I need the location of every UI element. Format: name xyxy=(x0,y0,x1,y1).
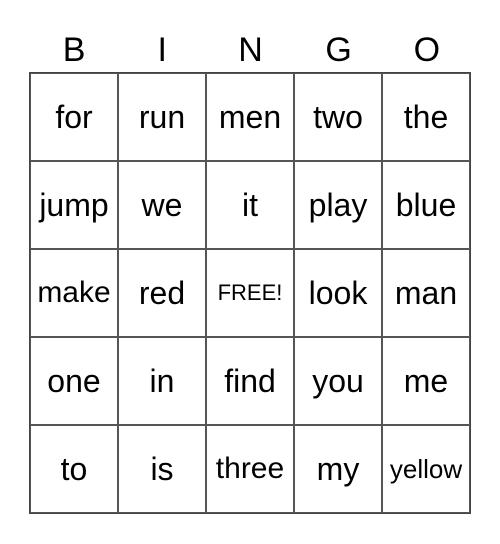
bingo-cell[interactable]: it xyxy=(206,161,294,249)
free-space-cell[interactable]: FREE! xyxy=(206,249,294,337)
bingo-cell[interactable]: you xyxy=(294,337,382,425)
bingo-cell[interactable]: find xyxy=(206,337,294,425)
bingo-cell[interactable]: we xyxy=(118,161,206,249)
bingo-cell[interactable]: one xyxy=(30,337,118,425)
bingo-cell[interactable]: look xyxy=(294,249,382,337)
header-letter-b: B xyxy=(62,31,86,69)
header-letter-i: I xyxy=(157,31,167,69)
header-letter-g: G xyxy=(325,31,352,69)
bingo-cell[interactable]: run xyxy=(118,73,206,161)
bingo-cell[interactable]: me xyxy=(382,337,470,425)
bingo-cell[interactable]: man xyxy=(382,249,470,337)
bingo-cell[interactable]: play xyxy=(294,161,382,249)
bingo-cell[interactable]: jump xyxy=(30,161,118,249)
bingo-cell[interactable]: the xyxy=(382,73,470,161)
bingo-cell[interactable]: two xyxy=(294,73,382,161)
bingo-cell[interactable]: for xyxy=(30,73,118,161)
header-letter-o: O xyxy=(413,31,441,69)
bingo-cell[interactable]: my xyxy=(294,425,382,513)
bingo-cell[interactable]: is xyxy=(118,425,206,513)
bingo-cell[interactable]: men xyxy=(206,73,294,161)
bingo-cell[interactable]: in xyxy=(118,337,206,425)
bingo-cell[interactable]: to xyxy=(30,425,118,513)
header-letter-n: N xyxy=(238,31,263,69)
bingo-cell[interactable]: three xyxy=(206,425,294,513)
bingo-cell[interactable]: make xyxy=(30,249,118,337)
bingo-cell[interactable]: red xyxy=(118,249,206,337)
bingo-header: B I N G O xyxy=(30,28,471,73)
bingo-cell[interactable]: yellow xyxy=(382,425,470,513)
bingo-grid: for run men two the jump we it play blue… xyxy=(29,72,471,514)
bingo-cell[interactable]: blue xyxy=(382,161,470,249)
